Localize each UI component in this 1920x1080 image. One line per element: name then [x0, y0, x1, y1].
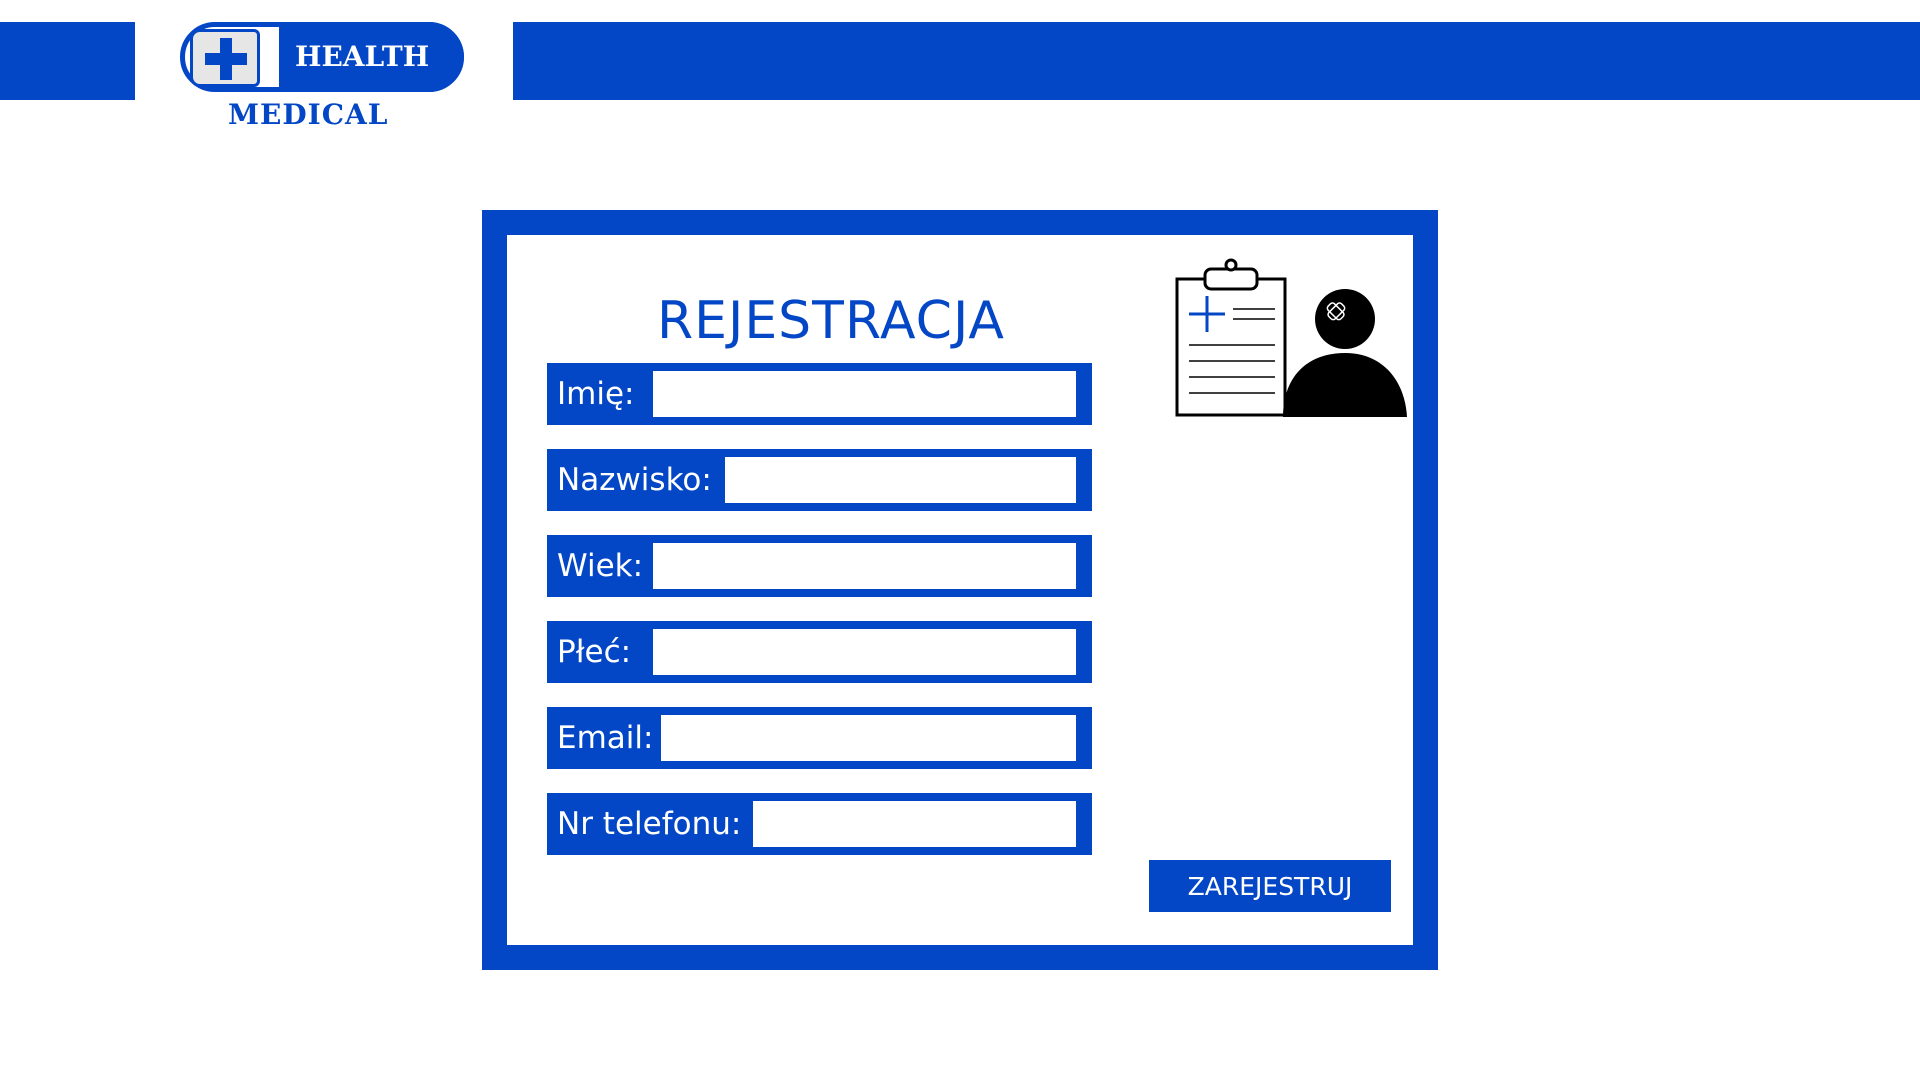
registration-card: REJESTRACJA Imię: Nazwisko: Wiek: Płeć: …	[482, 210, 1438, 970]
field-label: Imię:	[557, 376, 635, 412]
gender-input[interactable]	[653, 629, 1076, 675]
header-bar-right	[513, 22, 1920, 100]
field-label: Email:	[557, 720, 654, 756]
header-bar-left	[0, 22, 135, 100]
field-label: Płeć:	[557, 634, 632, 670]
field-row-email: Email:	[547, 707, 1092, 769]
field-label: Nazwisko:	[557, 462, 712, 498]
last-name-input[interactable]	[725, 457, 1076, 503]
brand-name-top: HEALTH	[279, 22, 464, 92]
field-row-last-name: Nazwisko:	[547, 449, 1092, 511]
register-button[interactable]: ZAREJESTRUJ	[1149, 860, 1391, 912]
brand-logo: HEALTH MEDICAL	[180, 20, 480, 140]
field-label: Nr telefonu:	[557, 806, 742, 842]
field-row-gender: Płeć:	[547, 621, 1092, 683]
field-row-first-name: Imię:	[547, 363, 1092, 425]
form-title: REJESTRACJA	[657, 291, 1005, 351]
first-name-input[interactable]	[653, 371, 1076, 417]
phone-input[interactable]	[753, 801, 1076, 847]
brand-name-bottom: MEDICAL	[228, 98, 389, 131]
field-label: Wiek:	[557, 548, 644, 584]
page: HEALTH MEDICAL REJESTRACJA Imię: Nazwisk…	[0, 0, 1920, 1080]
patient-clipboard-icon	[1175, 258, 1407, 417]
age-input[interactable]	[653, 543, 1076, 589]
field-row-age: Wiek:	[547, 535, 1092, 597]
medical-cross-icon	[190, 29, 260, 87]
email-input[interactable]	[661, 715, 1076, 761]
field-row-phone: Nr telefonu:	[547, 793, 1092, 855]
